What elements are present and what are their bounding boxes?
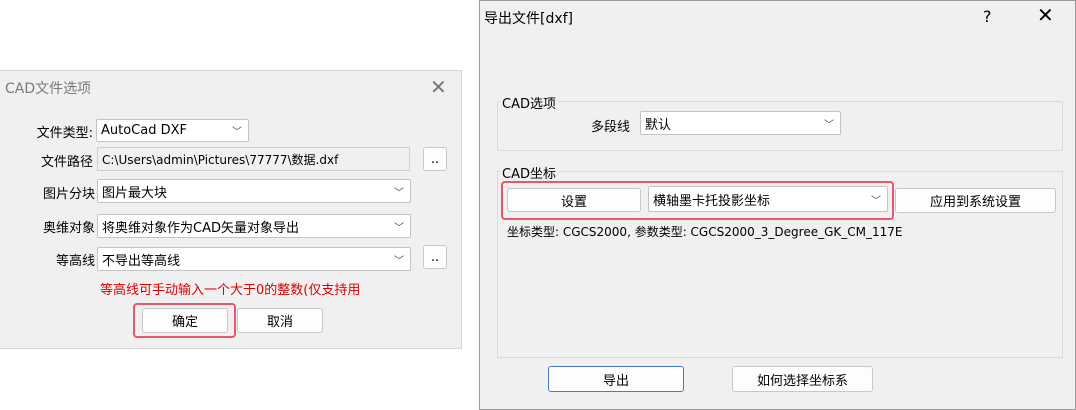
- cad-options-legend: CAD选项: [500, 93, 558, 112]
- chevron-down-icon: ﹀: [824, 119, 834, 131]
- contour-value: 不导出等高线: [102, 253, 181, 269]
- ok-button[interactable]: 确定: [142, 308, 228, 333]
- coord-info-text: 坐标类型: CGCS2000, 参数类型: CGCS2000_3_Degree_…: [507, 225, 903, 239]
- projection-select[interactable]: 横轴墨卡托投影坐标 ﹀: [648, 186, 888, 212]
- chevron-down-icon: ﹀: [394, 187, 404, 199]
- projection-value: 横轴墨卡托投影坐标: [653, 193, 771, 209]
- cancel-button[interactable]: 取消: [237, 308, 323, 333]
- help-icon[interactable]: ?: [983, 7, 992, 26]
- polyline-value: 默认: [645, 117, 672, 133]
- polyline-label: 多段线: [591, 120, 631, 135]
- image-tiling-value: 图片最大块: [102, 185, 168, 201]
- file-type-label: 文件类型:: [36, 126, 93, 141]
- chevron-down-icon: ﹀: [394, 222, 404, 234]
- settings-button[interactable]: 设置: [507, 188, 641, 212]
- polyline-select[interactable]: 默认 ﹀: [640, 111, 841, 135]
- file-path-field[interactable]: C:\Users\admin\Pictures\77777\数据.dxf: [97, 147, 410, 171]
- file-path-label: 文件路径: [40, 155, 93, 170]
- object-export-label: 奥维对象: [42, 221, 95, 236]
- image-tiling-label: 图片分块: [42, 187, 95, 202]
- chevron-down-icon: ﹀: [232, 127, 242, 138]
- cad-file-options-dialog: CAD文件选项 ✕ 文件类型: AutoCad DXF ﹀ 文件路径 C:\Us…: [0, 70, 462, 349]
- image-tiling-select[interactable]: 图片最大块 ﹀: [97, 179, 411, 203]
- browse-path-button[interactable]: ..: [423, 147, 447, 171]
- chevron-down-icon: ﹀: [394, 255, 404, 267]
- dialog-title: 导出文件[dxf]: [484, 11, 574, 27]
- file-type-value: AutoCad DXF: [101, 123, 188, 138]
- contour-select[interactable]: 不导出等高线 ﹀: [97, 247, 411, 271]
- chevron-down-icon: ﹀: [871, 195, 881, 207]
- export-button[interactable]: 导出: [548, 366, 684, 392]
- object-export-select[interactable]: 将奥维对象作为CAD矢量对象导出 ﹀: [97, 214, 411, 238]
- cad-coords-legend: CAD坐标: [500, 163, 558, 182]
- export-file-dialog: 导出文件[dxf] ? ✕ CAD选项 多段线 默认 ﹀ CAD坐标 设置 横轴…: [479, 0, 1076, 410]
- contour-browse-button[interactable]: ..: [423, 245, 447, 269]
- dialog-title: CAD文件选项: [5, 81, 92, 97]
- object-export-value: 将奥维对象作为CAD矢量对象导出: [102, 220, 299, 236]
- file-type-select[interactable]: AutoCad DXF ﹀: [96, 119, 249, 142]
- close-icon[interactable]: ✕: [1037, 5, 1054, 25]
- contour-hint: 等高线可手动输入一个大于0的整数(仅支持用: [100, 283, 361, 298]
- apply-system-settings-button[interactable]: 应用到系统设置: [895, 188, 1056, 213]
- close-icon[interactable]: ✕: [430, 77, 447, 97]
- contour-label: 等高线: [55, 254, 95, 269]
- how-to-choose-coords-button[interactable]: 如何选择坐标系: [732, 366, 873, 392]
